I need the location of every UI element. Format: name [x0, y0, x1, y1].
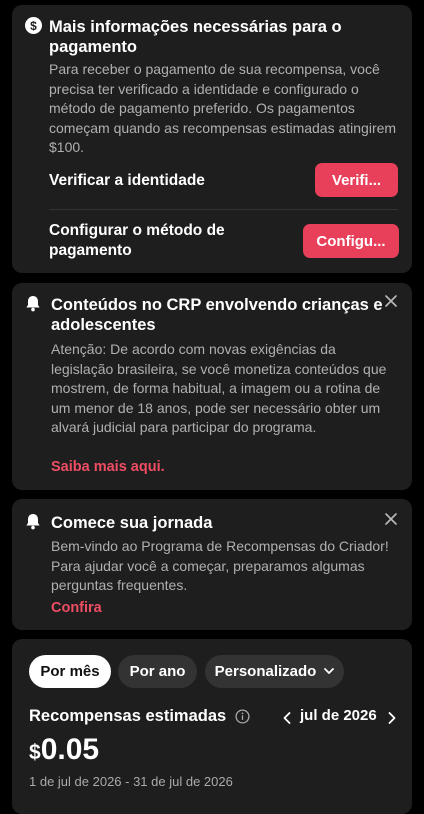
svg-text:$: $	[30, 19, 37, 33]
bell-icon	[25, 295, 41, 317]
tab-custom-label: Personalizado	[214, 663, 317, 680]
crp-notice-description: Atenção: De acordo com novas exigências …	[51, 341, 387, 435]
chevron-left-icon[interactable]	[283, 711, 291, 729]
journey-title: Comece sua jornada	[51, 514, 213, 532]
payment-method-label: Configurar o método de pagamento	[49, 222, 225, 259]
crp-notice-title: Conteúdos no CRP envolvendo crianças e a…	[51, 296, 383, 334]
check-out-link[interactable]: Confira	[51, 600, 102, 616]
bell-icon	[25, 513, 41, 535]
tab-custom-dropdown[interactable]: Personalizado	[205, 655, 344, 688]
rewards-amount: $0.05	[29, 733, 99, 767]
amount-value: 0.05	[40, 733, 100, 766]
rewards-title: Recompensas estimadas	[29, 707, 227, 725]
divider	[49, 209, 398, 210]
info-icon[interactable]	[235, 709, 250, 729]
close-icon[interactable]	[383, 511, 399, 527]
payment-info-title: Mais informações necessárias para o paga…	[49, 18, 342, 56]
learn-more-link[interactable]: Saiba mais aqui.	[51, 459, 165, 475]
tab-per-year[interactable]: Por ano	[118, 655, 197, 688]
date-range: 1 de jul de 2026 - 31 de jul de 2026	[29, 774, 233, 789]
payment-info-card: $ Mais informações necessárias para o pa…	[12, 5, 412, 273]
dollar-circle-icon: $	[25, 17, 42, 39]
verify-identity-button[interactable]: Verifi...	[315, 163, 398, 197]
journey-description: Bem-vindo ao Programa de Recompensas do …	[51, 538, 389, 593]
currency-symbol: $	[29, 741, 41, 764]
payment-info-description: Para receber o pagamento de sua recompen…	[49, 61, 397, 155]
verify-identity-label: Verificar a identidade	[49, 172, 205, 189]
journey-card: Comece sua jornada Bem-vindo ao Programa…	[12, 499, 412, 630]
tab-per-month[interactable]: Por mês	[29, 655, 111, 688]
close-icon[interactable]	[383, 293, 399, 309]
crp-notice-card: Conteúdos no CRP envolvendo crianças e a…	[12, 283, 412, 490]
chevron-down-icon	[324, 668, 335, 675]
selected-month: jul de 2026	[300, 707, 377, 724]
payment-method-button[interactable]: Configu...	[303, 224, 399, 258]
chevron-right-icon[interactable]	[388, 711, 396, 729]
